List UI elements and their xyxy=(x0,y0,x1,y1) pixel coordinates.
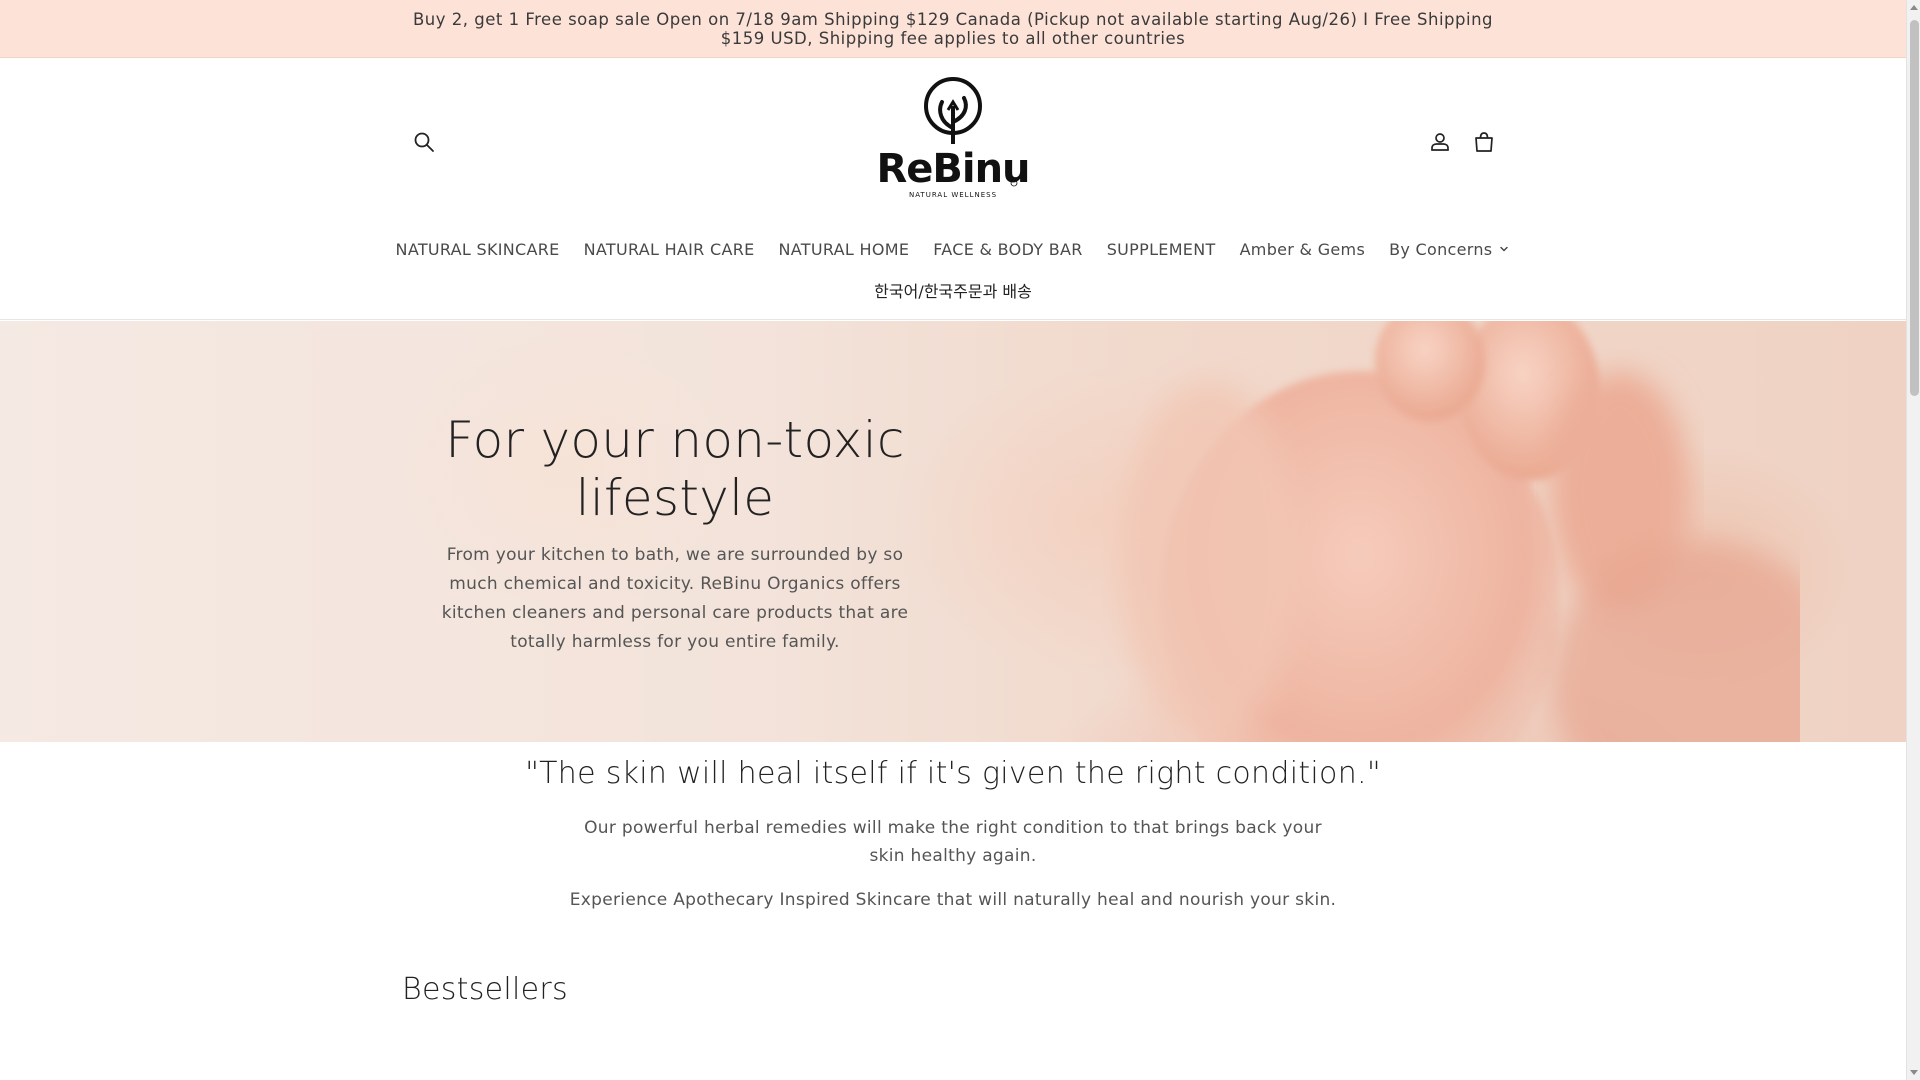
page-scrollbar[interactable] xyxy=(1906,0,1920,1080)
nav-item-by-concerns[interactable]: By Concerns xyxy=(1377,233,1522,265)
site-header: ReBinu NATURAL WELLNESS NATURAL SKINCARE… xyxy=(0,58,1906,320)
main-navigation: NATURAL SKINCARE NATURAL HAIR CARE NATUR… xyxy=(0,233,1906,265)
user-icon xyxy=(1431,133,1449,151)
hero-content: For your non-toxic lifestyle From your k… xyxy=(430,411,920,657)
quote-paragraph-1: Our powerful herbal remedies will make t… xyxy=(584,818,1322,866)
logo-wordmark: ReBinu xyxy=(878,146,1028,192)
quote-section: "The skin will heal itself if it's given… xyxy=(0,742,1906,914)
page: Buy 2, get 1 Free soap sale Open on 7/18… xyxy=(0,0,1920,1080)
secondary-navigation: 한국어/한국주문과 배송 xyxy=(0,276,1906,304)
search-icon xyxy=(414,132,434,152)
hero-banner: For your non-toxic lifestyle From your k… xyxy=(0,321,1906,742)
brand-logo[interactable]: ReBinu NATURAL WELLNESS xyxy=(876,72,1031,202)
search-button[interactable] xyxy=(406,124,442,160)
bag-icon xyxy=(1475,132,1493,152)
scroll-down-arrow-icon[interactable] xyxy=(1910,1070,1918,1075)
account-button[interactable] xyxy=(1422,124,1458,160)
baby-foot-image xyxy=(1120,321,1800,742)
rebinu-logo: ReBinu NATURAL WELLNESS xyxy=(876,77,1031,199)
nav-item-korean[interactable]: 한국어/한국주문과 배송 xyxy=(874,276,1032,304)
announcement-text: Buy 2, get 1 Free soap sale Open on 7/18… xyxy=(412,9,1494,48)
nav-item-natural-hair-care[interactable]: NATURAL HAIR CARE xyxy=(572,233,767,265)
scroll-up-arrow-icon[interactable] xyxy=(1910,5,1918,10)
nav-item-supplement[interactable]: SUPPLEMENT xyxy=(1095,233,1228,265)
announcement-bar: Buy 2, get 1 Free soap sale Open on 7/18… xyxy=(0,0,1906,58)
nav-item-amber-gems[interactable]: Amber & Gems xyxy=(1228,233,1378,265)
nav-item-by-concerns-label: By Concerns xyxy=(1389,239,1493,259)
scroll-thumb[interactable] xyxy=(1910,20,1919,396)
hero-title: For your non-toxic lifestyle xyxy=(445,411,905,527)
quote-paragraph-2: Experience Apothecary Inspired Skincare … xyxy=(569,890,1337,910)
nav-item-natural-skincare[interactable]: NATURAL SKINCARE xyxy=(384,233,572,265)
logo-tagline: NATURAL WELLNESS xyxy=(909,191,997,199)
nav-item-face-body-bar[interactable]: FACE & BODY BAR xyxy=(921,233,1094,265)
quote-heading: "The skin will heal itself if it's given… xyxy=(525,756,1381,791)
bestsellers-heading: Bestsellers xyxy=(402,972,568,1007)
chevron-down-icon xyxy=(1500,246,1509,252)
cart-button[interactable] xyxy=(1466,124,1502,160)
hero-description: From your kitchen to bath, we are surrou… xyxy=(441,545,909,652)
nav-item-natural-home[interactable]: NATURAL HOME xyxy=(767,233,922,265)
